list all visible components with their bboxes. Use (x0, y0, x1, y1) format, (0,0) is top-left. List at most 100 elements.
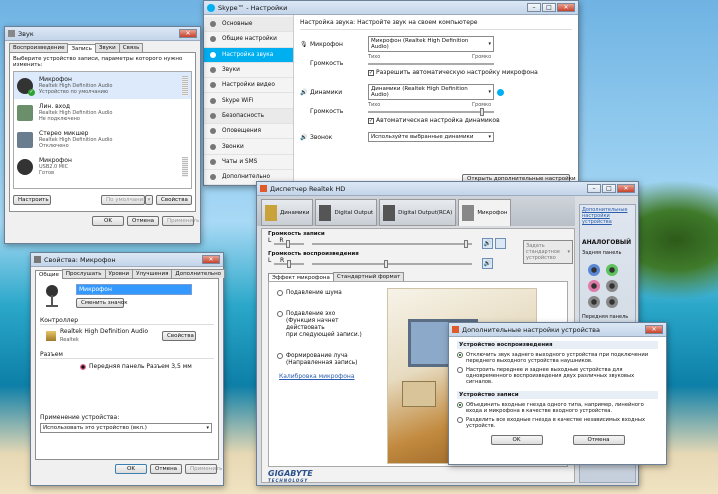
apply-button[interactable]: Применить (185, 464, 222, 474)
tab-0[interactable]: Воспроизведение (9, 43, 69, 52)
realtek-titlebar[interactable]: Диспетчер Realtek HD – □ ✕ (257, 182, 638, 196)
rec-volume-slider[interactable] (312, 239, 472, 248)
mic-props-titlebar[interactable]: Свойства: Микрофон ✕ (31, 253, 223, 267)
skype-titlebar[interactable]: Skype™ - Настройки – □ ✕ (204, 1, 578, 15)
jack-pink[interactable] (588, 280, 600, 292)
adv-option[interactable]: Настроить переднее и заднее выходные уст… (457, 367, 658, 385)
close-button[interactable]: ✕ (202, 255, 220, 264)
skype-nav-item[interactable]: Звонки (204, 139, 293, 155)
tab-3[interactable]: Связь (118, 43, 144, 52)
minimize-button[interactable]: – (527, 3, 541, 12)
jack-black[interactable] (606, 296, 618, 308)
controller-properties-button[interactable]: Свойства (162, 330, 196, 341)
realtek-tab-1[interactable]: Digital Output (315, 199, 378, 226)
close-button[interactable]: ✕ (557, 3, 575, 12)
close-button[interactable]: ✕ (645, 325, 663, 334)
skype-nav-item[interactable]: Чаты и SMS (204, 155, 293, 170)
jack-value: Передняя панель Разъем 3,5 мм (89, 363, 192, 370)
jack-green[interactable] (606, 264, 618, 276)
microphone-icon (17, 158, 33, 175)
tab-2[interactable]: Уровни (104, 269, 134, 278)
effect-option[interactable]: Подавление шума (277, 290, 369, 297)
skype-nav-label: Безопасность (222, 112, 265, 119)
realtek-tab-0[interactable]: Динамики (261, 199, 314, 226)
tab-4[interactable]: Дополнительно (171, 269, 226, 278)
adv-titlebar[interactable]: Дополнительные настройки устройства ✕ (449, 323, 666, 337)
realtek-tab-3[interactable]: Микрофон (458, 199, 512, 226)
cancel-button[interactable]: Отмена (150, 464, 182, 474)
effect-radio[interactable] (277, 290, 283, 296)
tab-1[interactable]: Прослушать (61, 269, 106, 278)
skype-nav-item[interactable]: Основные (204, 17, 293, 33)
skype-nav-item[interactable]: Оповещения (204, 124, 293, 140)
change-icon-button[interactable]: Сменить значок (76, 298, 128, 308)
skype-nav-item[interactable]: Звуки (204, 63, 293, 79)
usage-select[interactable]: Использовать это устройство (вкл.) ▾ (40, 423, 212, 433)
skype-nav-item[interactable]: Настройки видео (204, 78, 293, 94)
configure-button[interactable]: Настроить (13, 195, 51, 205)
skype-nav-item[interactable]: Безопасность (204, 108, 293, 125)
spk-volume-slider[interactable] (368, 107, 494, 116)
adv-option[interactable]: Объединить входные гнезда одного типа, н… (457, 402, 658, 414)
adv-radio[interactable] (457, 417, 463, 423)
ok-button[interactable]: OK (115, 464, 147, 474)
effect-option[interactable]: Подавление эхо (Функция начнет действова… (277, 311, 369, 339)
adv-option[interactable]: Отключить звук заднего выходного устройс… (457, 352, 658, 364)
maximize-button[interactable]: □ (542, 3, 556, 12)
list-item[interactable]: ✓ Микрофон Realtek High Definition Audio Ус… (14, 72, 191, 99)
ring-device-select[interactable]: Используйте выбранные динамики ▾ (368, 132, 494, 142)
default-device-select[interactable]: Задать стандартное устройство ▾ (523, 240, 573, 264)
skype-nav-item[interactable]: Настройка звука (204, 47, 293, 63)
skype-nav-item[interactable]: Общие настройки (204, 32, 293, 48)
tab-0[interactable]: Общие (35, 270, 63, 279)
mic-volume-slider[interactable] (368, 61, 494, 67)
spk-auto-checkbox[interactable]: ✓ (368, 117, 374, 124)
tab-2[interactable]: Звуки (94, 43, 120, 52)
play-test-icon[interactable] (497, 88, 504, 96)
cancel-button[interactable]: Отмена (572, 435, 625, 445)
properties-button[interactable]: Свойства (156, 195, 192, 205)
close-button[interactable]: ✕ (179, 29, 197, 38)
rec-mute-icon[interactable]: 🔊 (482, 238, 493, 249)
realtek-tab-2[interactable]: Digital Output(RCA) (379, 199, 457, 226)
default-button[interactable]: По умолчанию (101, 195, 148, 205)
effect-radio[interactable] (277, 311, 283, 317)
jack-orange[interactable] (588, 296, 600, 308)
effect-radio[interactable] (277, 353, 283, 359)
play-mute-icon[interactable]: 🔊 (482, 258, 493, 269)
default-dropdown-button[interactable]: ▾ (145, 195, 153, 205)
list-item[interactable]: Микрофон USB2.0 MIC Готов (14, 153, 191, 180)
adv-radio[interactable] (457, 352, 463, 358)
subtab-1[interactable]: Стандартный формат (332, 272, 405, 281)
jack-gray[interactable] (606, 280, 618, 292)
list-item[interactable]: Лин. вход Realtek High Definition Audio Не… (14, 99, 191, 126)
adv-radio[interactable] (457, 367, 463, 373)
mic-label: Микрофон (310, 40, 343, 48)
advanced-settings-link[interactable]: Дополнительные настройки устройства (582, 207, 633, 225)
play-balance-slider[interactable] (274, 259, 304, 268)
sound-titlebar[interactable]: Звук ✕ (5, 27, 200, 41)
jack-blue[interactable] (588, 264, 600, 276)
effect-option[interactable]: Формирование луча (Направленная запись) (277, 353, 369, 367)
rec-link-icon[interactable] (495, 238, 506, 249)
tab-1[interactable]: Запись (67, 44, 96, 53)
speaker-device-select[interactable]: Динамики (Realtek High Definition Audio)… (368, 84, 494, 100)
adv-radio[interactable] (457, 402, 463, 408)
play-volume-slider[interactable] (312, 259, 472, 268)
adv-option[interactable]: Разделить все входные гнезда в качестве … (457, 417, 658, 429)
cancel-button[interactable]: Отмена (127, 216, 159, 226)
minimize-button[interactable]: – (587, 184, 601, 193)
device-name-input[interactable]: Микрофон (76, 284, 192, 295)
tab-3[interactable]: Улучшения (132, 269, 173, 278)
skype-nav-item[interactable]: Skype WiFi (204, 93, 293, 109)
rec-balance-slider[interactable] (274, 239, 304, 248)
mic-auto-checkbox[interactable]: ✓ (368, 69, 374, 76)
ok-button[interactable]: OK (92, 216, 124, 226)
maximize-button[interactable]: □ (602, 184, 616, 193)
ok-button[interactable]: OK (490, 435, 543, 445)
close-button[interactable]: ✕ (617, 184, 635, 193)
mic-device-select[interactable]: Микрофон (Realtek High Definition Audio)… (368, 36, 494, 52)
apply-button[interactable]: Применить (162, 216, 199, 226)
list-item[interactable]: Стерео микшер Realtek High Definition Aud… (14, 126, 191, 153)
rear-panel-label: Задняя панель (582, 250, 622, 256)
